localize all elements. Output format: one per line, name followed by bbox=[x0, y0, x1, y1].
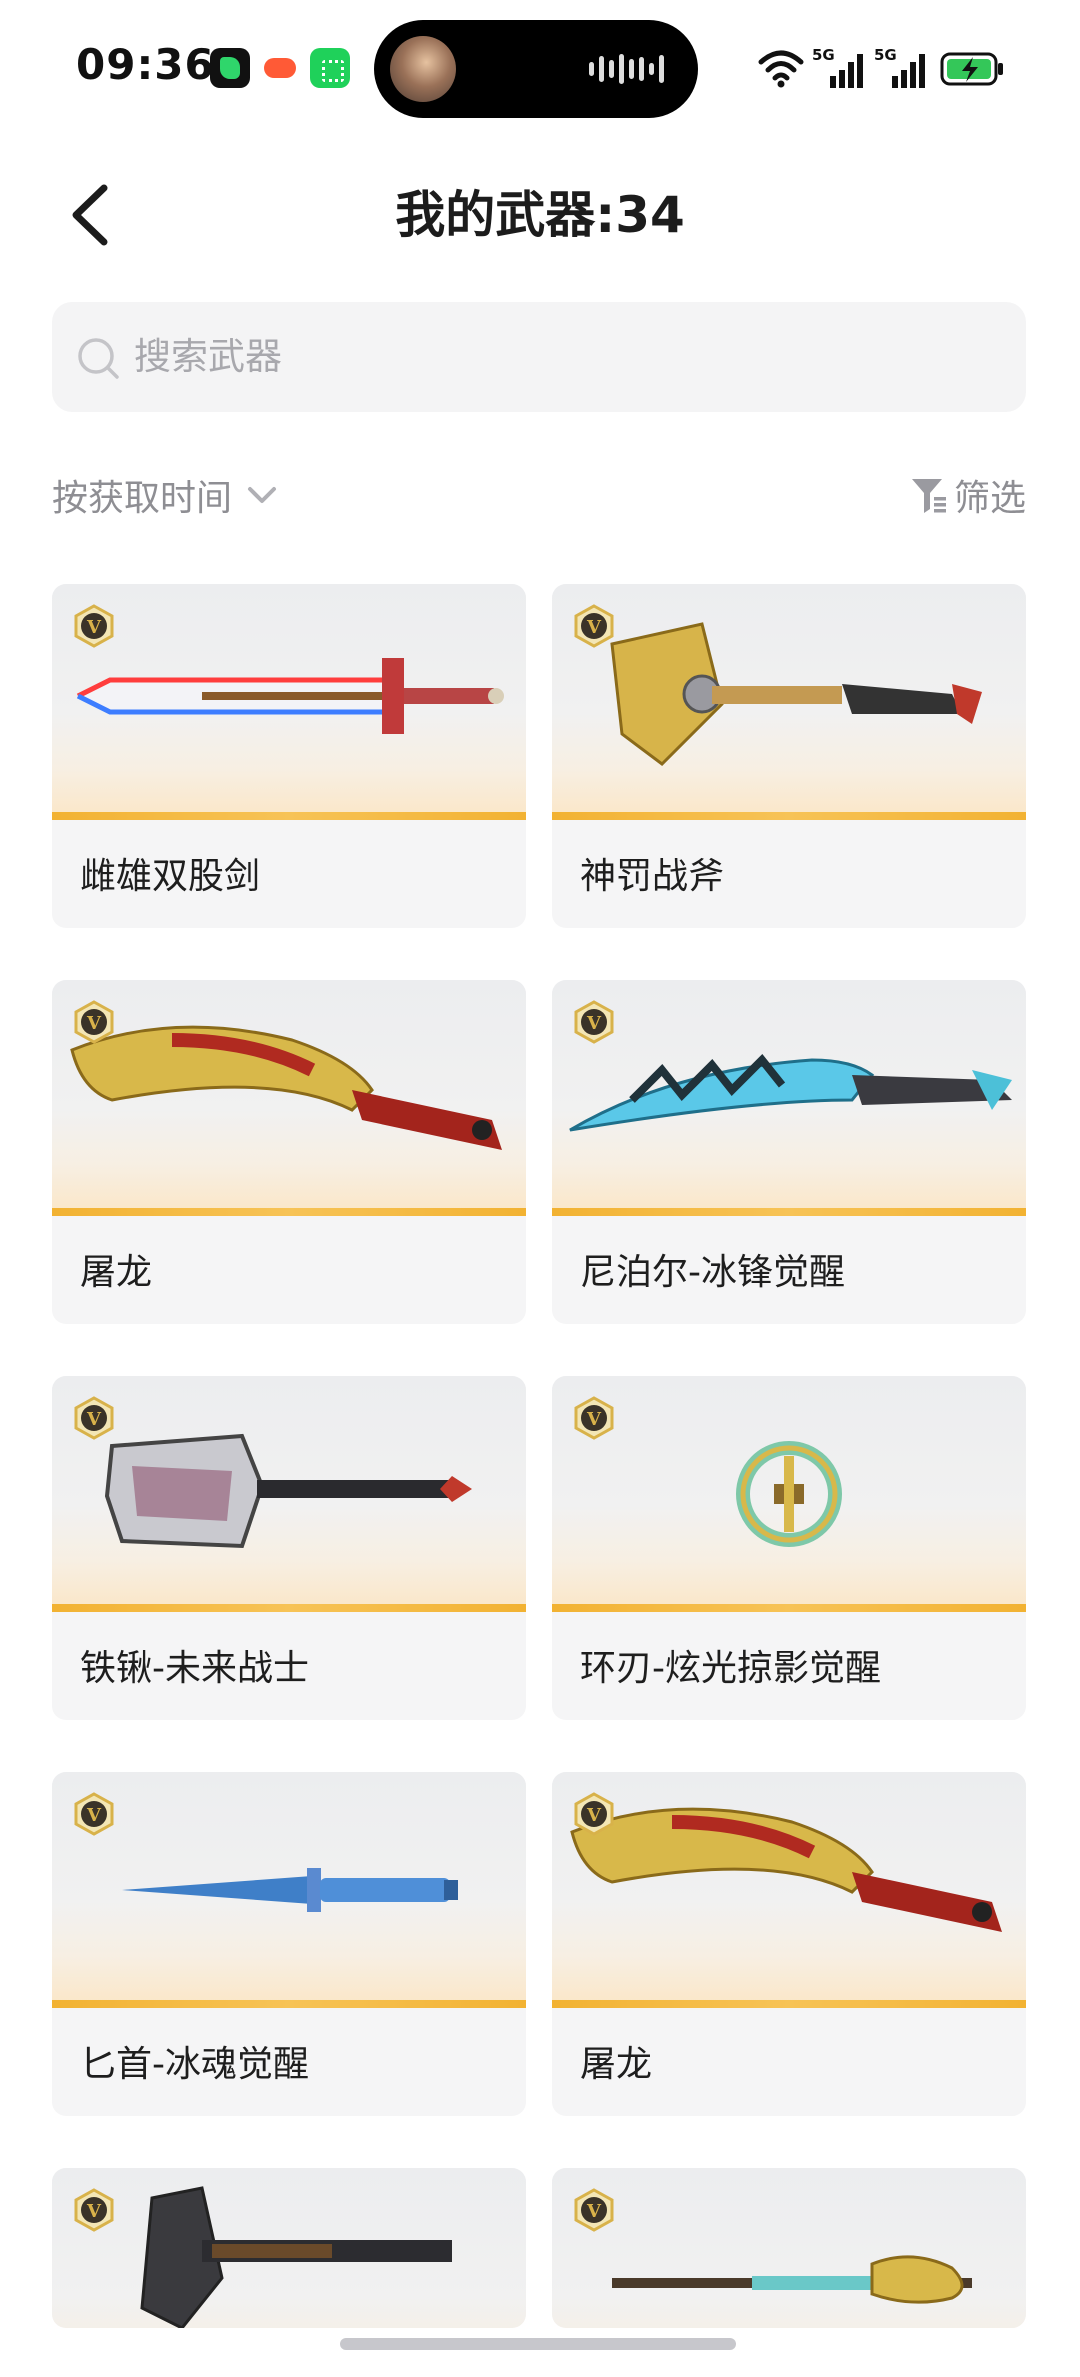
home-indicator[interactable] bbox=[340, 2338, 736, 2350]
weapon-image bbox=[552, 1376, 1026, 1612]
svg-text:V: V bbox=[86, 1409, 102, 1430]
weapon-image bbox=[52, 980, 526, 1216]
weapon-name: 屠龙 bbox=[580, 2044, 653, 2085]
weapon-image bbox=[552, 584, 1026, 820]
weapon-name: 屠龙 bbox=[80, 1252, 153, 1293]
vip-badge-icon: V bbox=[574, 604, 614, 648]
dragon-blade-icon bbox=[70, 1025, 502, 1150]
vip-badge-icon: V bbox=[74, 604, 114, 648]
weapon-name: 环刃-炫光掠影觉醒 bbox=[580, 1648, 881, 1689]
svg-text:V: V bbox=[86, 617, 102, 638]
axe-icon bbox=[610, 622, 982, 766]
vip-badge-icon: V bbox=[74, 1000, 114, 1044]
weapon-name: 铁锹-未来战士 bbox=[80, 1648, 309, 1689]
weapon-image bbox=[52, 584, 526, 820]
weapon-card[interactable]: V 屠龙 bbox=[52, 980, 526, 1324]
svg-text:V: V bbox=[586, 617, 602, 638]
weapon-image bbox=[52, 2168, 526, 2328]
vip-badge-icon: V bbox=[74, 2188, 114, 2232]
weapon-image bbox=[52, 1772, 526, 2008]
vip-badge-icon: V bbox=[574, 1000, 614, 1044]
weapon-card[interactable]: V 屠龙 bbox=[552, 1772, 1026, 2116]
weapon-card[interactable]: V 神罚战斧 bbox=[552, 584, 1026, 928]
svg-text:V: V bbox=[86, 1805, 102, 1826]
weapon-image bbox=[552, 1772, 1026, 2008]
weapon-name: 尼泊尔-冰锋觉醒 bbox=[580, 1252, 845, 1293]
weapon-card[interactable]: V 尼泊尔-冰锋觉醒 bbox=[552, 980, 1026, 1324]
vip-badge-icon: V bbox=[574, 2188, 614, 2232]
svg-text:V: V bbox=[586, 1805, 602, 1826]
weapon-image bbox=[52, 1376, 526, 1612]
vip-badge-icon: V bbox=[74, 1792, 114, 1836]
weapon-name: 雌雄双股剑 bbox=[80, 856, 261, 897]
weapon-card[interactable]: V bbox=[552, 2168, 1026, 2328]
svg-text:V: V bbox=[586, 2201, 602, 2222]
staff-icon bbox=[612, 2255, 972, 2304]
dagger-icon bbox=[122, 1868, 458, 1912]
shovel-icon bbox=[104, 1433, 472, 1549]
svg-text:V: V bbox=[86, 2201, 102, 2222]
weapon-name: 神罚战斧 bbox=[580, 856, 725, 897]
weapon-card[interactable]: V 环刃-炫光掠影觉醒 bbox=[552, 1376, 1026, 1720]
svg-text:V: V bbox=[86, 1013, 102, 1034]
dragon-blade-icon bbox=[570, 1807, 1002, 1932]
weapon-name: 匕首-冰魂觉醒 bbox=[80, 2044, 309, 2085]
svg-text:V: V bbox=[586, 1013, 602, 1034]
weapon-card[interactable]: V bbox=[52, 2168, 526, 2328]
sword-icon bbox=[76, 658, 504, 734]
weapon-card[interactable]: V 铁锹-未来战士 bbox=[52, 1376, 526, 1720]
ring-blade-icon bbox=[736, 1441, 842, 1547]
weapon-card[interactable]: V 匕首-冰魂觉醒 bbox=[52, 1772, 526, 2116]
vip-badge-icon: V bbox=[574, 1396, 614, 1440]
axe-icon bbox=[140, 2186, 452, 2328]
weapon-image bbox=[552, 980, 1026, 1216]
vip-badge-icon: V bbox=[74, 1396, 114, 1440]
svg-text:V: V bbox=[586, 1409, 602, 1430]
weapon-card[interactable]: V 雌雄双股剑 bbox=[52, 584, 526, 928]
weapon-image bbox=[552, 2168, 1026, 2328]
vip-badge-icon: V bbox=[574, 1792, 614, 1836]
weapon-grid: V 雌雄双股剑 V 神罚战斧 V 屠龙 V 尼泊尔-冰锋觉醒 V 铁锹-未来战士… bbox=[0, 0, 1080, 2377]
ice-blade-icon bbox=[569, 1054, 1012, 1132]
